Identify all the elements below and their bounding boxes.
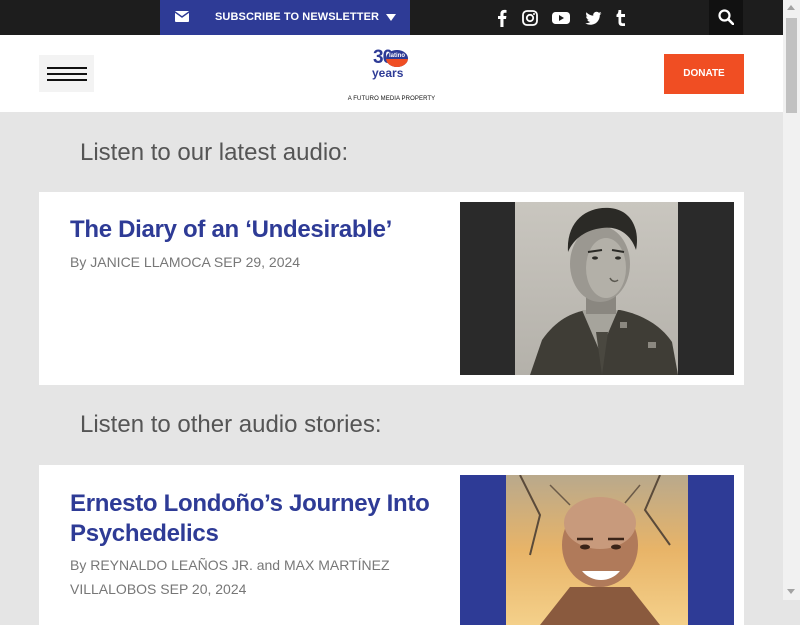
search-icon bbox=[718, 9, 734, 25]
article-title[interactable]: The Diary of an ‘Undesirable’ bbox=[70, 215, 430, 245]
subscribe-label: SUBSCRIBE TO NEWSLETTER bbox=[215, 11, 380, 23]
search-button[interactable] bbox=[709, 0, 743, 35]
portrait-photo bbox=[515, 202, 678, 375]
donate-button[interactable]: DONATE bbox=[664, 54, 744, 94]
other-audio-heading: Listen to other audio stories: bbox=[80, 411, 382, 438]
hamburger-line bbox=[47, 73, 87, 75]
latest-audio-heading: Listen to our latest audio: bbox=[80, 139, 349, 166]
facebook-icon[interactable] bbox=[497, 9, 507, 27]
article-card[interactable]: The Diary of an ‘Undesirable’ By JANICE … bbox=[39, 192, 744, 385]
twitter-icon[interactable] bbox=[585, 9, 602, 27]
envelope-icon bbox=[175, 11, 189, 22]
article-byline: By JANICE LLAMOCA SEP 29, 2024 bbox=[70, 254, 301, 270]
site-header: 30 latino years A FUTURO MEDIA PROPERTY … bbox=[0, 35, 783, 112]
article-byline: By REYNALDO LEAÑOS JR. and MAX MARTÍNEZ … bbox=[70, 557, 390, 597]
site-logo[interactable]: 30 latino years bbox=[370, 47, 412, 83]
article-card[interactable]: Ernesto Londoño’s Journey Into Psychedel… bbox=[39, 465, 744, 625]
article-title[interactable]: Ernesto Londoño’s Journey Into Psychedel… bbox=[70, 489, 430, 549]
subscribe-newsletter-button[interactable]: SUBSCRIBE TO NEWSLETTER bbox=[160, 0, 410, 35]
chevron-down-icon[interactable] bbox=[386, 14, 396, 21]
top-bar: SUBSCRIBE TO NEWSLETTER bbox=[0, 0, 783, 35]
logo-badge-text: latino bbox=[389, 53, 405, 59]
youtube-icon[interactable] bbox=[552, 9, 570, 27]
article-thumbnail[interactable] bbox=[460, 202, 734, 375]
article-thumbnail[interactable] bbox=[460, 475, 734, 625]
scroll-up-arrow-icon[interactable] bbox=[787, 5, 795, 10]
logo-years: years bbox=[372, 66, 404, 80]
portrait-photo bbox=[506, 475, 688, 625]
tumblr-icon[interactable] bbox=[615, 9, 627, 27]
logo-badge: latino bbox=[386, 50, 408, 67]
scroll-down-arrow-icon[interactable] bbox=[787, 589, 795, 594]
menu-button[interactable] bbox=[39, 55, 94, 92]
instagram-icon[interactable] bbox=[522, 9, 538, 27]
scrollbar-thumb[interactable] bbox=[786, 18, 797, 113]
hamburger-line bbox=[47, 79, 87, 81]
tagline: A FUTURO MEDIA PROPERTY bbox=[347, 96, 436, 102]
hamburger-icon bbox=[47, 67, 87, 69]
page-scrollbar[interactable] bbox=[783, 0, 800, 600]
